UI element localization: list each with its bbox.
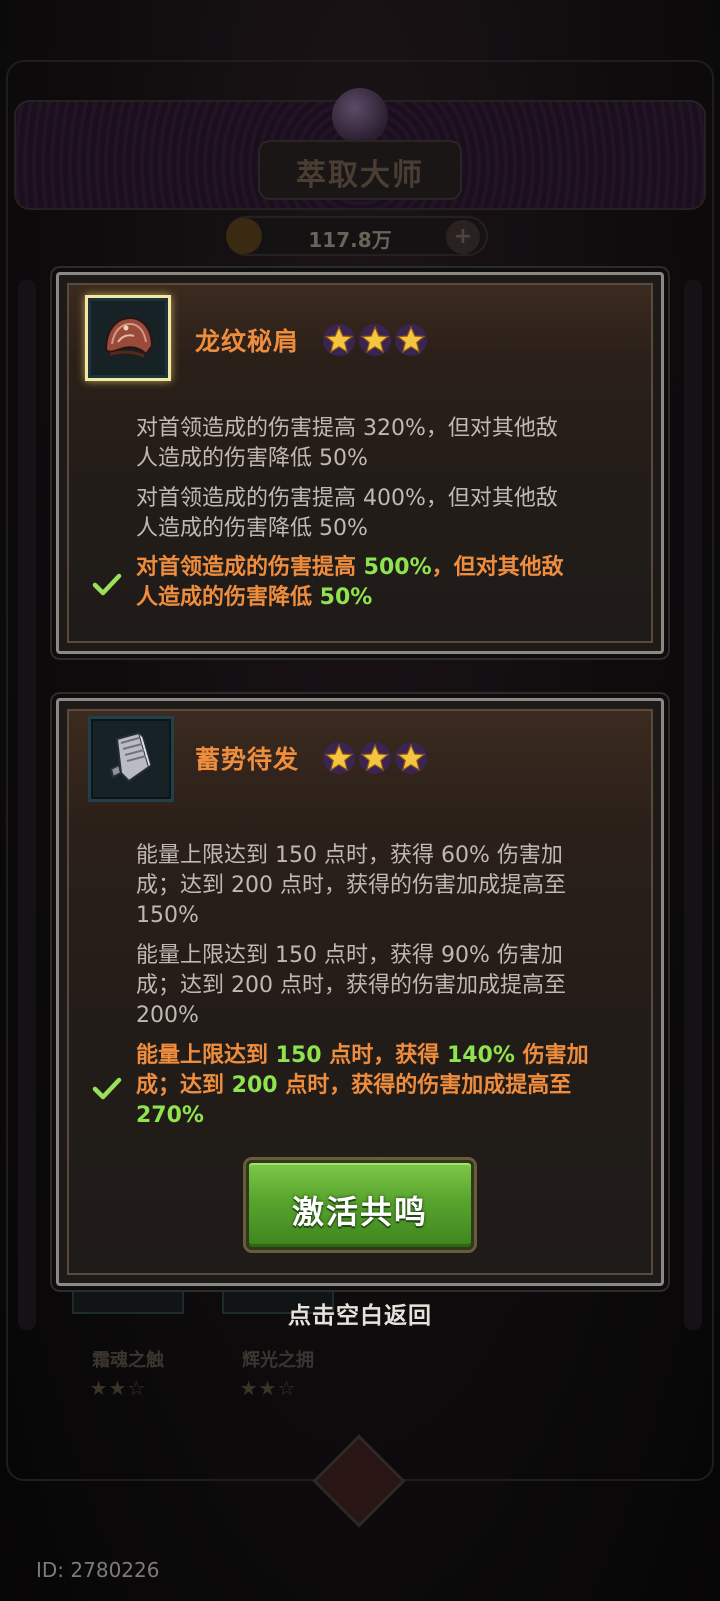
page-title: 萃取大师: [296, 158, 424, 193]
background-item-name: 霜魂之触: [92, 1350, 164, 1371]
option-tier-1: 能量上限达到 150 点时，获得 60% 伤害加 成；达到 200 点时，获得的…: [136, 841, 624, 931]
activate-resonance-label: 激活共鸣: [291, 1193, 428, 1231]
star-icon: [359, 324, 391, 356]
star-icon: [323, 324, 355, 356]
activate-resonance-button[interactable]: 激活共鸣: [246, 1160, 474, 1250]
star-rating: [322, 741, 428, 775]
option-text: 270%: [136, 1103, 204, 1128]
option-tier-3-active: 能量上限达到 150 点时，获得 140% 伤害加 成；达到 200 点时，获得…: [136, 1041, 624, 1131]
item-name: 蓄势待发: [195, 745, 300, 774]
option-text: 能量上限达到 150 点时，获得 60% 伤害加: [136, 843, 563, 868]
option-text: 人造成的伤害降低 50%: [136, 585, 373, 610]
star-rating: [322, 323, 428, 357]
checkmark-icon: [92, 1077, 122, 1100]
option-text: 200%: [136, 1003, 199, 1028]
item-name: 龙纹秘肩: [195, 327, 300, 356]
option-text: 成；达到 200 点时，获得的伤害加成提高至: [136, 873, 566, 898]
option-text: 能量上限达到 150 点时，获得 90% 伤害加: [136, 943, 563, 968]
option-tier-3-active: 对首领造成的伤害提高 500%，但对其他敌 人造成的伤害降低 50%: [136, 553, 624, 613]
option-tier-1: 对首领造成的伤害提高 320%，但对其他敌 人造成的伤害降低 50%: [136, 414, 624, 474]
gauntlet-icon: [109, 731, 152, 783]
background-item-stars: ★★☆: [89, 1376, 147, 1400]
option-text: 成；达到 200 点时，获得的伤害加成提高至: [136, 973, 566, 998]
item-icon-frame[interactable]: [88, 716, 174, 802]
option-text: 人造成的伤害降低 50%: [136, 446, 368, 471]
coin-icon: [226, 218, 262, 254]
option-text: 成；达到 200 点时，获得的伤害加成提高至: [136, 1073, 572, 1098]
option-text: 对首领造成的伤害提高 500%，但对其他敌: [136, 555, 564, 580]
currency-amount: 117.8万: [308, 228, 392, 252]
option-tier-2: 对首领造成的伤害提高 400%，但对其他敌 人造成的伤害降低 50%: [136, 484, 624, 544]
star-icon: [395, 742, 427, 774]
option-tier-2: 能量上限达到 150 点时，获得 90% 伤害加 成；达到 200 点时，获得的…: [136, 941, 624, 1031]
right-border: [684, 280, 702, 1330]
player-id: ID: 2780226: [36, 1558, 160, 1582]
background-item-name: 辉光之拥: [242, 1350, 314, 1371]
option-text: 能量上限达到 150 点时，获得 140% 伤害加: [136, 1043, 589, 1068]
option-text: 对首领造成的伤害提高 320%，但对其他敌: [136, 416, 558, 441]
tap-blank-to-return[interactable]: 点击空白返回: [0, 1296, 720, 1330]
checkmark-icon: [92, 573, 122, 596]
background-item-stars: ★★☆: [239, 1376, 297, 1400]
option-text: 150%: [136, 903, 199, 928]
add-currency-button[interactable]: +: [446, 220, 480, 254]
shoulder-armor-icon: [104, 316, 154, 358]
star-icon: [395, 324, 427, 356]
star-icon: [323, 742, 355, 774]
item-icon-frame[interactable]: [85, 295, 171, 381]
crystal-orb-icon: [332, 88, 388, 144]
left-border: [18, 280, 36, 1330]
option-text: 人造成的伤害降低 50%: [136, 516, 368, 541]
star-icon: [359, 742, 391, 774]
option-text: 对首领造成的伤害提高 400%，但对其他敌: [136, 486, 558, 511]
